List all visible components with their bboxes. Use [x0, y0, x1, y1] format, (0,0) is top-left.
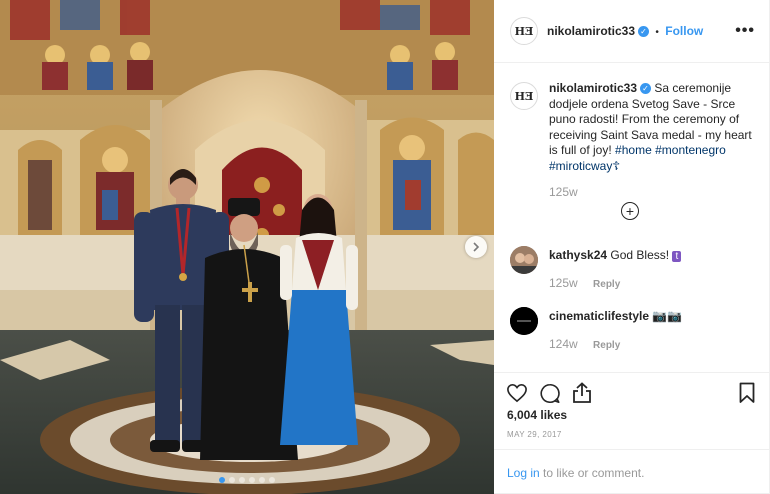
avatar-photo: [510, 246, 538, 274]
author-avatar[interactable]: HƎ: [510, 17, 538, 45]
comment-meta: 125w Reply: [549, 276, 620, 290]
load-more-comments-button[interactable]: +: [621, 202, 639, 220]
carousel-indicator: [0, 477, 494, 483]
hashtag-suffix: ☦: [612, 158, 621, 173]
post-side-panel: HƎ nikolamirotic33 ✓ • Follow ••• HƎ niko…: [494, 0, 770, 494]
comment-time: 125w: [549, 276, 578, 290]
post-dialog: HƎ nikolamirotic33 ✓ • Follow ••• HƎ niko…: [0, 0, 770, 494]
plus-circle-icon: +: [625, 203, 635, 219]
caption-time: 125w: [549, 184, 578, 199]
comment-time: 124w: [549, 337, 578, 351]
hashtag-home[interactable]: #home: [615, 143, 652, 157]
next-photo-button[interactable]: [465, 236, 487, 258]
avatar-logo: [510, 307, 538, 335]
caption-author-avatar[interactable]: HƎ: [510, 82, 538, 110]
reply-button[interactable]: Reply: [593, 279, 620, 290]
hashtag-miroticway-text: #miroticway: [549, 158, 613, 173]
carousel-dot: [239, 477, 245, 483]
post-header: HƎ nikolamirotic33 ✓ • Follow •••: [494, 0, 769, 63]
comment-username[interactable]: cinematiclifestyle: [549, 309, 649, 323]
carousel-dot: [219, 477, 225, 483]
more-options-icon[interactable]: •••: [735, 22, 755, 40]
author-logo: HƎ: [514, 24, 534, 38]
bookmark-icon[interactable]: [739, 382, 755, 409]
post-caption: nikolamirotic33 ✓ Sa ceremonije dodjele o…: [549, 81, 759, 200]
login-link[interactable]: Log in: [507, 466, 540, 480]
carousel-dot: [269, 477, 275, 483]
header-separator: •: [655, 27, 659, 38]
hashtag-montenegro[interactable]: #montenegro: [655, 143, 726, 157]
likes-count[interactable]: 6,004 likes: [507, 408, 567, 422]
post-photo[interactable]: [0, 0, 494, 494]
comment-item: cinematiclifestyle 📷📷: [549, 309, 682, 323]
login-prompt-text: to like or comment.: [539, 466, 645, 480]
action-bar: [494, 372, 769, 404]
caption-verified-icon: ✓: [640, 83, 652, 95]
share-icon[interactable]: [572, 382, 592, 409]
follow-button[interactable]: Follow: [665, 24, 703, 38]
comment-emoji: t: [672, 251, 682, 262]
login-footer: Log in to like or comment.: [494, 449, 769, 494]
commenter-avatar-cinematiclifestyle[interactable]: [510, 307, 538, 335]
commenter-avatar-kathysk24[interactable]: [510, 246, 538, 274]
church-photo-illustration: [0, 0, 494, 494]
carousel-dot: [229, 477, 235, 483]
comment-text: 📷📷: [652, 309, 683, 323]
comment-icon[interactable]: [539, 383, 561, 409]
comment-text: God Bless!: [610, 248, 670, 262]
login-prompt: Log in to like or comment.: [507, 466, 644, 480]
comment-meta: 124w Reply: [549, 337, 620, 351]
comment-item: kathysk24 God Bless! t: [549, 248, 682, 262]
chevron-right-icon: [473, 242, 480, 252]
carousel-dot: [249, 477, 255, 483]
caption-username[interactable]: nikolamirotic33: [549, 81, 637, 95]
comment-username[interactable]: kathysk24: [549, 248, 607, 262]
carousel-dot: [259, 477, 265, 483]
author-username[interactable]: nikolamirotic33: [547, 24, 635, 38]
verified-badge-icon: ✓: [638, 26, 650, 38]
heart-icon[interactable]: [506, 383, 528, 408]
post-date: MAY 29, 2017: [507, 430, 562, 439]
caption-author-logo: HƎ: [514, 89, 534, 103]
hashtag-miroticway[interactable]: #miroticway☦: [549, 159, 620, 173]
reply-button[interactable]: Reply: [593, 340, 620, 351]
